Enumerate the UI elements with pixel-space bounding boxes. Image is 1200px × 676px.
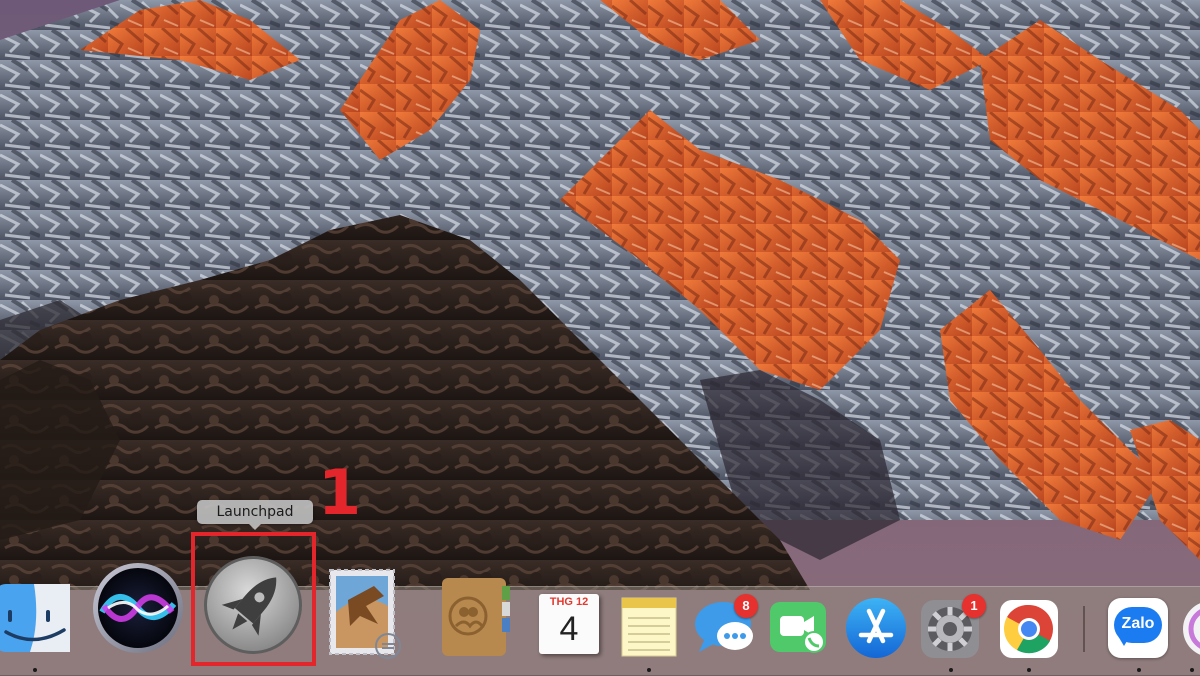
calendar-month: THG 12 (549, 596, 589, 608)
mail-stamp-icon (329, 569, 401, 659)
launchpad-tooltip: Launchpad (197, 500, 313, 530)
dock-item-zalo[interactable]: Zalo (1108, 598, 1170, 660)
chrome-icon (1000, 600, 1058, 658)
running-indicator (647, 668, 651, 672)
dock-item-facetime[interactable] (768, 600, 830, 656)
app-store-icon (846, 598, 906, 658)
zalo-icon: Zalo (1108, 598, 1168, 658)
dock-item-app-store[interactable] (845, 597, 907, 659)
running-indicator (1137, 668, 1141, 672)
dock-item-google-chrome[interactable] (998, 598, 1060, 660)
messages-badge: 8 (734, 594, 758, 618)
launchpad-highlight-box (191, 532, 316, 666)
running-indicator (1027, 668, 1031, 672)
running-indicator (33, 668, 37, 672)
running-indicator (949, 668, 953, 672)
contacts-book-icon (442, 578, 510, 656)
system-preferences-badge: 1 (962, 594, 986, 618)
finder-icon (0, 584, 70, 652)
dock-item-notes[interactable] (620, 596, 678, 658)
siri-icon (93, 563, 183, 653)
running-indicator (1190, 668, 1194, 672)
partial-app-icon (1183, 603, 1200, 655)
dock-item-siri[interactable] (92, 562, 184, 654)
dock-item-finder[interactable] (0, 582, 72, 654)
facetime-icon (770, 602, 826, 653)
notes-icon (621, 597, 677, 657)
zalo-label: Zalo (1121, 615, 1155, 632)
dock-item-mail[interactable] (326, 566, 408, 660)
step-number-annotation: 1 (318, 456, 362, 529)
dock-item-partial[interactable] (1180, 598, 1200, 660)
calendar-day: 4 (559, 610, 579, 648)
dock-separator (1083, 606, 1085, 652)
calendar-icon: THG 12 4 (539, 594, 599, 654)
dock-item-contacts[interactable] (440, 576, 514, 658)
dock-item-calendar[interactable]: THG 12 4 (539, 594, 601, 656)
